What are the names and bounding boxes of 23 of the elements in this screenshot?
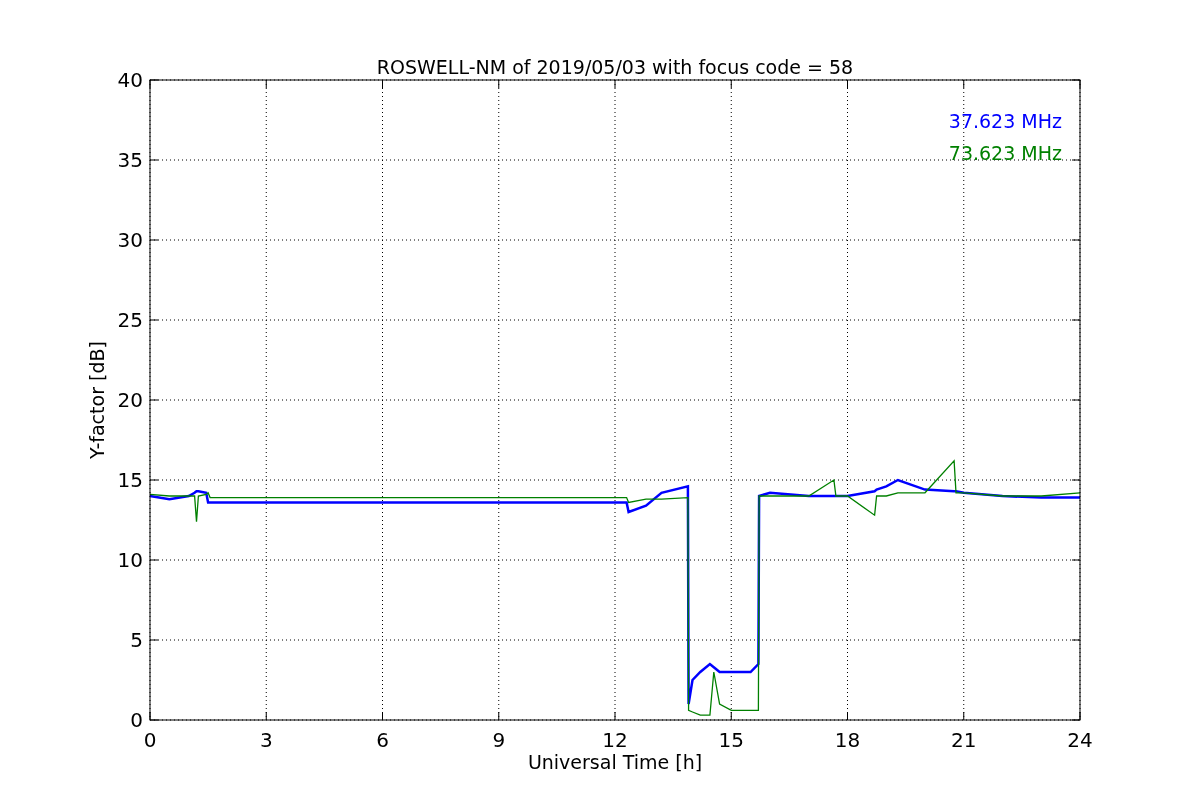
x-tick-label: 3: [259, 728, 273, 752]
legend-label: 37.623 MHz: [948, 110, 1062, 132]
y-tick-label: 15: [117, 468, 143, 492]
y-tick-label: 20: [117, 388, 143, 412]
y-axis-label: Y-factor [dB]: [86, 341, 108, 459]
y-tick-label: 40: [117, 68, 143, 92]
x-tick-label: 9: [492, 728, 506, 752]
y-tick-label: 30: [117, 228, 143, 252]
x-tick-label: 24: [1067, 728, 1093, 752]
y-tick-label: 25: [117, 308, 143, 332]
y-tick-label: 35: [117, 148, 143, 172]
y-tick-label: 10: [117, 548, 143, 572]
x-axis-label: Universal Time [h]: [527, 751, 703, 773]
x-tick-label: 21: [951, 728, 977, 752]
legend-label: 73.623 MHz: [948, 142, 1062, 164]
chart-title: ROSWELL-NM of 2019/05/03 with focus code = 58: [376, 56, 854, 78]
y-tick-label: 0: [130, 708, 143, 732]
x-tick-label: 12: [602, 728, 628, 752]
x-tick-label: 0: [143, 728, 157, 752]
x-tick-label: 18: [834, 728, 861, 752]
x-tick-label: 6: [376, 728, 389, 752]
x-tick-label: 15: [718, 728, 744, 752]
y-tick-label: 5: [130, 628, 143, 652]
